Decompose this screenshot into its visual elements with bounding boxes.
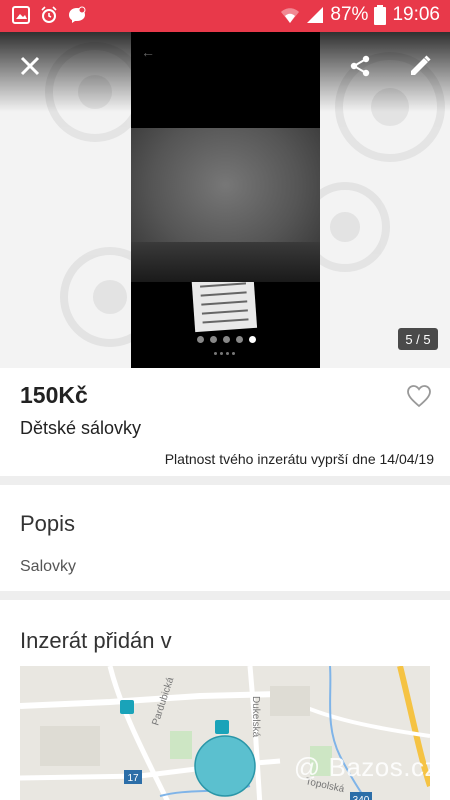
share-button[interactable] (346, 52, 374, 80)
listing-photo[interactable]: ← (131, 32, 320, 368)
location-heading: Inzerát přidán v (20, 628, 172, 653)
photo-counter: 5 / 5 (398, 328, 438, 350)
route-marker: 340 (353, 795, 370, 800)
listing-header-card: 150Kč Dětské sálovky Platnost tvého inze… (0, 368, 450, 476)
bazos-watermark: @ Bazos.cz (293, 752, 438, 782)
description-card: Popis Salovky (0, 485, 450, 591)
description-text: Salovky (20, 558, 77, 575)
alarm-icon (41, 6, 57, 23)
photo-gallery[interactable]: ← 5 / 5 (0, 32, 450, 368)
edit-icon (411, 55, 431, 75)
location-radius-circle (194, 735, 256, 797)
listing-expiry: Platnost tvého inzerátu vyprší dne 14/04… (164, 451, 434, 467)
page-dot[interactable] (236, 336, 243, 343)
signal-icon (307, 7, 324, 23)
battery-percent: 87% (330, 4, 369, 25)
location-card: Inzerát přidán v 17 Pardubická Dukelská … (0, 600, 450, 800)
share-icon (350, 55, 370, 77)
battery-icon (374, 5, 387, 25)
photo-shadow (131, 242, 320, 282)
status-bar: 87% 19:06 (0, 0, 450, 32)
listing-title: Dětské sálovky (20, 418, 142, 438)
wifi-icon (281, 8, 300, 23)
screen: 87% 19:06 ← 5 / 5 150Kč Dětské sálovky P… (0, 0, 450, 800)
page-dot[interactable] (210, 336, 217, 343)
street-label: Dukelská (250, 696, 261, 738)
favorite-heart-icon[interactable] (406, 384, 432, 408)
page-dot-active[interactable] (249, 336, 256, 343)
edit-button[interactable] (406, 52, 434, 80)
page-dot[interactable] (223, 336, 230, 343)
thumbnail-dots (214, 352, 235, 355)
image-icon (12, 6, 30, 24)
close-icon (20, 56, 40, 76)
messenger-icon (69, 6, 86, 23)
page-dot[interactable] (197, 336, 204, 343)
back-arrow-icon: ← (141, 44, 155, 60)
description-heading: Popis (20, 511, 76, 536)
clock: 19:06 (392, 4, 440, 25)
close-button[interactable] (16, 52, 44, 80)
page-indicator (197, 336, 256, 343)
listing-price: 150Kč (20, 382, 88, 408)
route-marker: 17 (127, 773, 139, 784)
